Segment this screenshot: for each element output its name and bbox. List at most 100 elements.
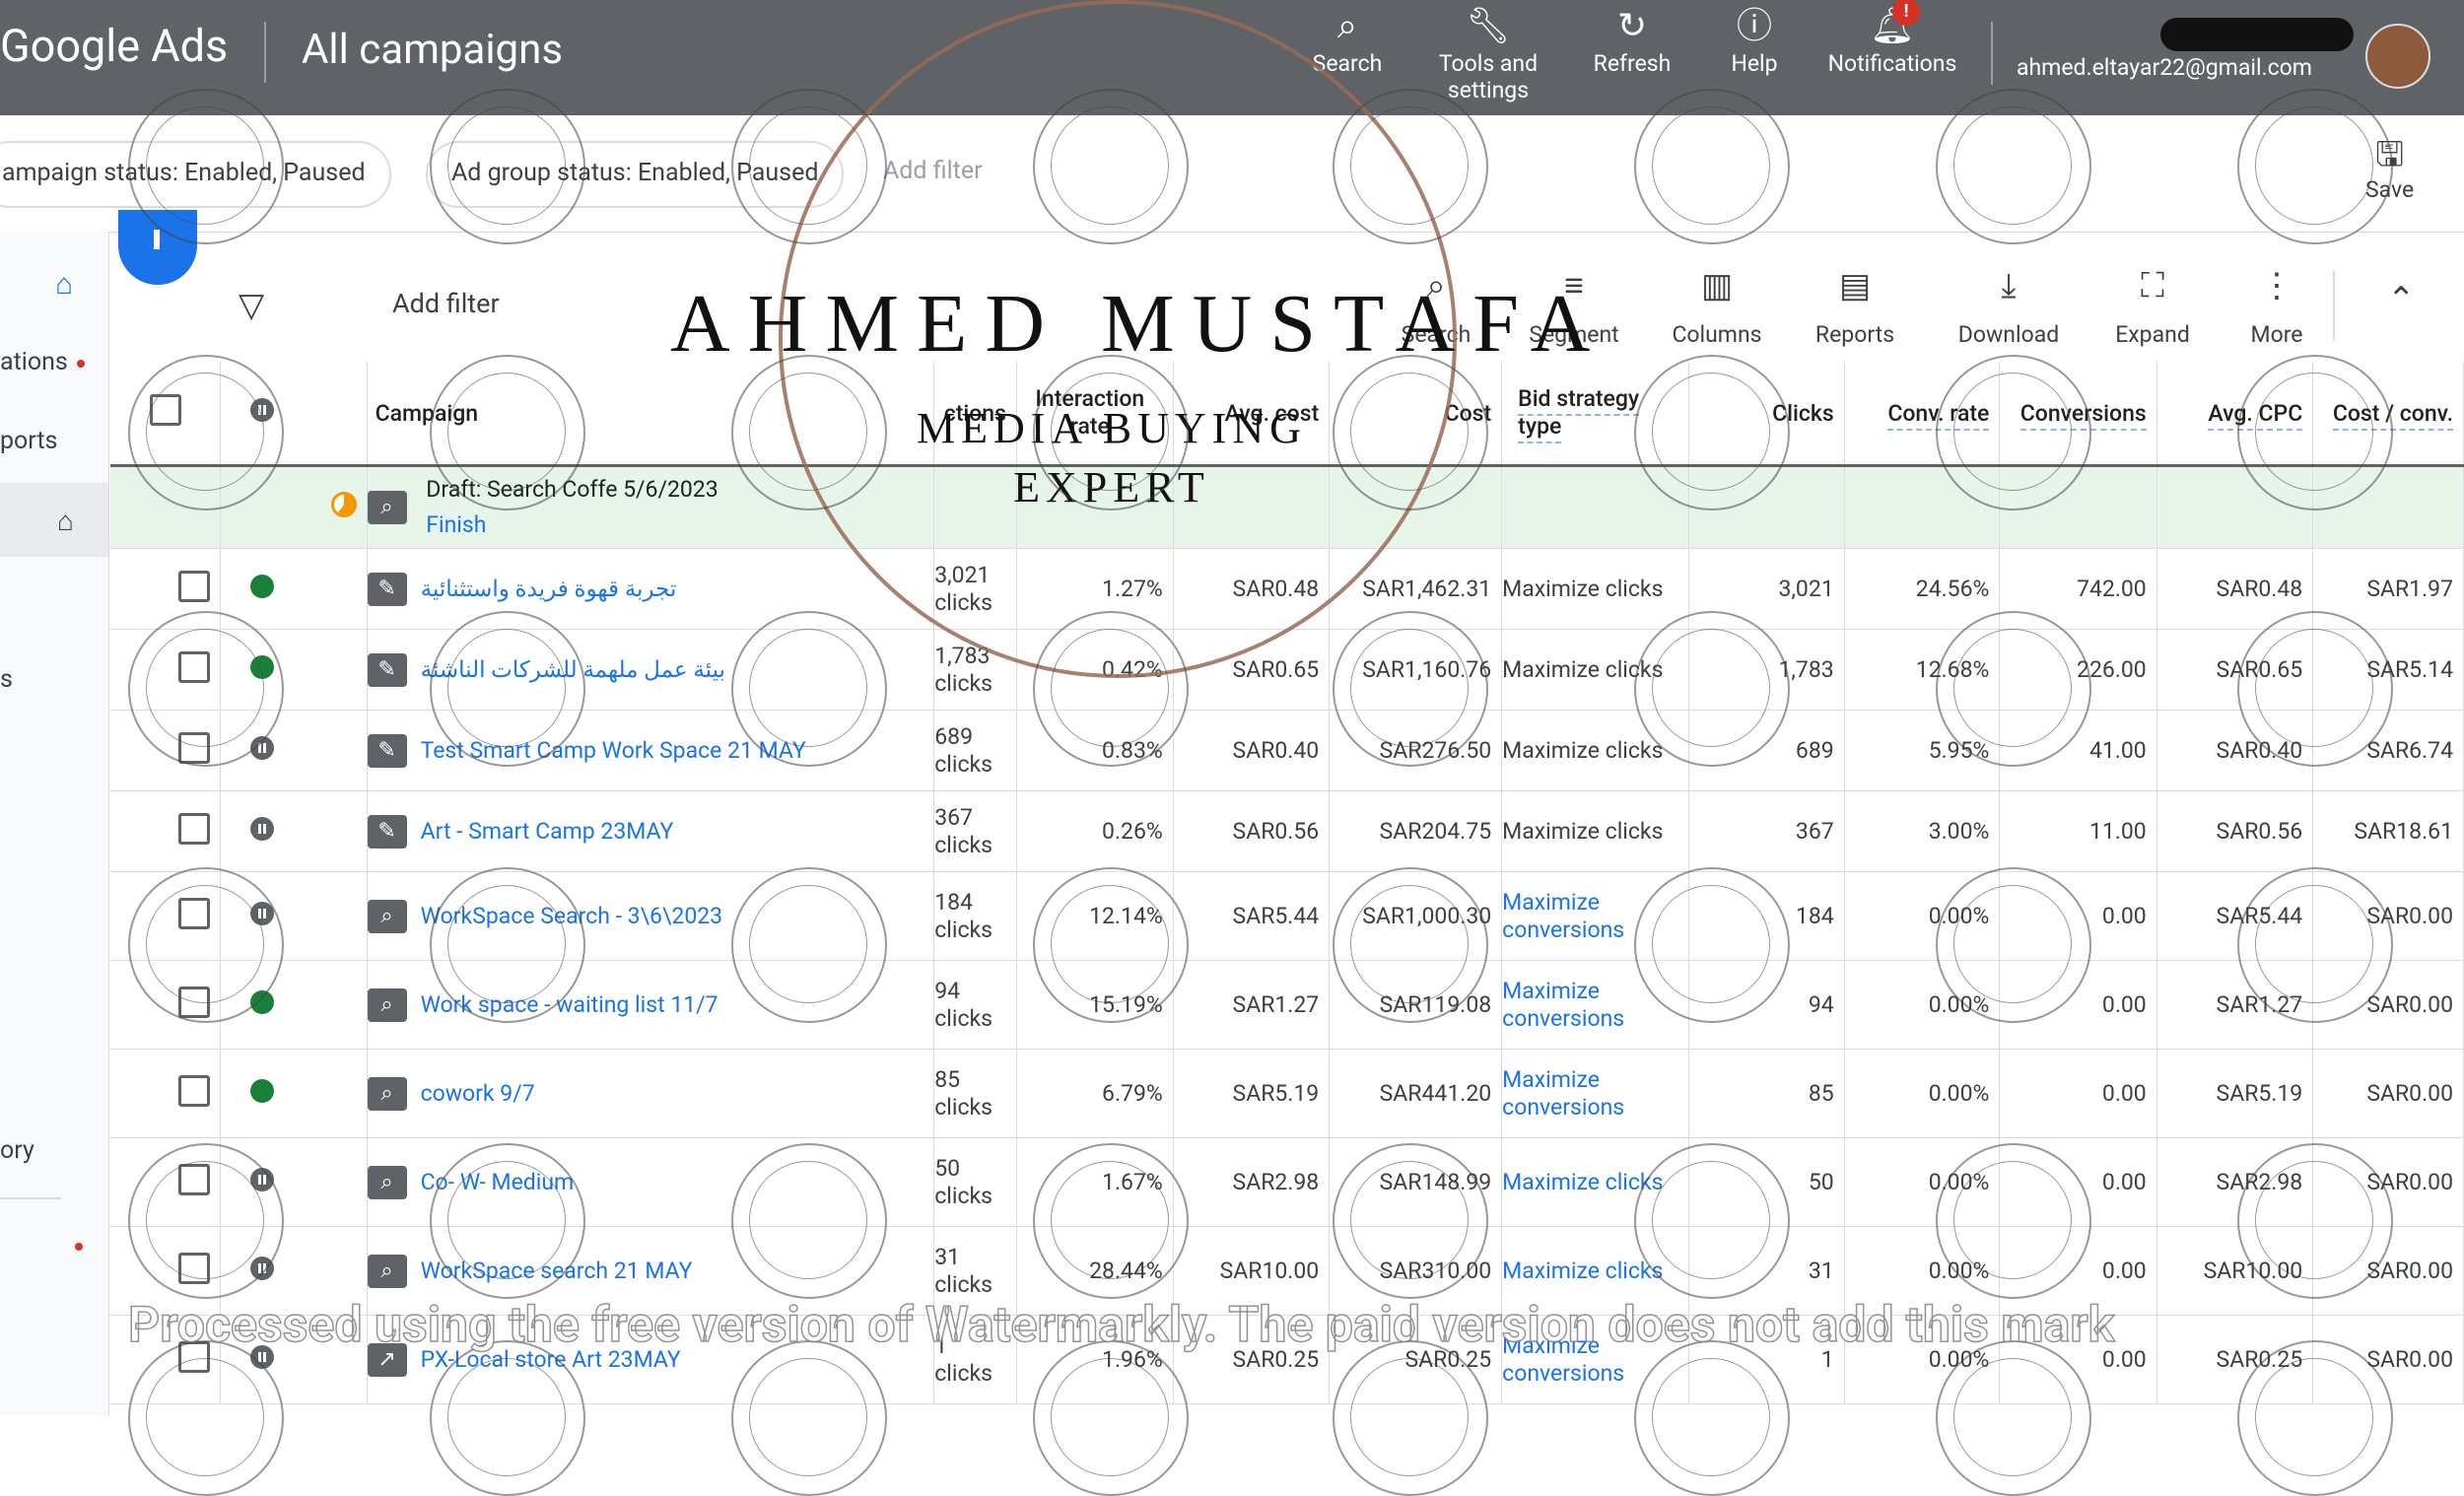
campaign-name-link[interactable]: Art - Smart Camp 23MAY	[421, 818, 674, 846]
status-cell[interactable]	[220, 1226, 368, 1316]
campaign-name-link[interactable]: cowork 9/7	[421, 1080, 535, 1108]
notifications-button[interactable]: 🔔︎ ! Notifications	[1814, 0, 1971, 77]
table-row[interactable]: ✎ تجربة قهوة فريدة واستثنائية 3,021 clicks 1…	[110, 548, 2464, 630]
account-email[interactable]: ahmed.eltayar22@gmail.com	[2017, 54, 2312, 81]
status-cell[interactable]	[220, 548, 368, 630]
row-checkbox[interactable]	[110, 629, 221, 711]
more-button[interactable]: ⋮ More	[2227, 266, 2326, 348]
bid-strategy-cell[interactable]: Maximize conversions	[1501, 960, 1690, 1050]
table-row[interactable]: ⌕ cowork 9/7 85 clicks 6.79% SAR5.19 SAR441.20…	[110, 1049, 2464, 1138]
nav-item-reports[interactable]: ports	[0, 427, 57, 455]
bid-strategy-cell[interactable]: Maximize conversions	[1501, 871, 1690, 961]
nav-item-recommendations[interactable]: ations	[0, 348, 68, 376]
segment-button[interactable]: ≡ Segment	[1510, 266, 1638, 348]
draft-finish-link[interactable]: Finish	[426, 508, 718, 543]
bid-strategy-cell[interactable]: Maximize clicks	[1501, 1226, 1690, 1316]
cost-per-conv-column-header[interactable]: Cost / conv.	[2312, 362, 2464, 467]
table-row[interactable]: ✎ بيئة عمل ملهمة للشركات الناشئة 1,783 clic…	[110, 629, 2464, 711]
conversions-column-header[interactable]: Conversions	[1999, 362, 2157, 467]
campaign-name-link[interactable]: Co- W- Medium	[421, 1169, 575, 1196]
help-button[interactable]: ⓘ Help	[1715, 0, 1794, 77]
campaign-status-filter-chip[interactable]: ampaign status: Enabled, Paused	[0, 141, 391, 208]
status-cell[interactable]	[220, 871, 368, 961]
row-checkbox[interactable]	[110, 548, 221, 630]
status-cell[interactable]	[220, 710, 368, 791]
campaign-name-link[interactable]: PX-Local store Art 23MAY	[421, 1346, 681, 1374]
columns-button[interactable]: ▥ Columns	[1658, 266, 1776, 348]
campaign-cell: ⌕ WorkSpace Search - 3\6\2023	[367, 871, 935, 961]
avg-cost-column-header[interactable]: Avg. cost	[1173, 362, 1331, 467]
download-button[interactable]: ⤓ Download	[1940, 266, 2078, 348]
reports-button[interactable]: ▤ Reports	[1796, 266, 1914, 348]
status-cell[interactable]	[220, 1137, 368, 1227]
table-row[interactable]: ✎ Test Smart Camp Work Space 21 MAY 689 cli…	[110, 710, 2464, 791]
table-row[interactable]: ⌕ Co- W- Medium 50 clicks 1.67% SAR2.98 SAR148…	[110, 1137, 2464, 1227]
row-checkbox[interactable]	[110, 960, 221, 1050]
header-search-button[interactable]: ⌕ Search	[1303, 0, 1392, 77]
conversions-cell: 0.00	[1999, 871, 2157, 961]
tools-settings-button[interactable]: 🔧︎ Tools and settings	[1419, 0, 1557, 103]
save-icon: 🖫︎	[2375, 135, 2405, 174]
status-cell[interactable]	[220, 1049, 368, 1138]
interaction-rate-cell: 15.19%	[1016, 960, 1174, 1050]
status-cell[interactable]	[220, 960, 368, 1050]
campaign-name-link[interactable]: بيئة عمل ملهمة للشركات الناشئة	[421, 656, 725, 684]
interaction-rate-column-header[interactable]: Interaction rate	[1016, 362, 1174, 467]
bid-strategy-column-header[interactable]: Bid strategy type	[1501, 362, 1690, 467]
search-icon: ⌕	[1336, 5, 1358, 46]
bid-strategy-cell[interactable]: Maximize clicks	[1501, 1137, 1690, 1227]
avg-cost-cell: SAR5.19	[1173, 1049, 1331, 1138]
filter-funnel-icon[interactable]: ▽	[239, 286, 264, 325]
campaign-column-header[interactable]: Campaign	[367, 362, 935, 467]
campaign-name-link[interactable]: Work space - waiting list 11/7	[421, 991, 719, 1019]
campaign-cell: ⌕ cowork 9/7	[367, 1049, 935, 1138]
status-cell[interactable]	[220, 629, 368, 711]
status-column-header[interactable]	[220, 362, 368, 467]
refresh-button[interactable]: ↻ Refresh	[1581, 0, 1683, 77]
campaign-name-link[interactable]: WorkSpace Search - 3\6\2023	[421, 903, 723, 930]
expand-icon: ⛶	[2141, 266, 2164, 306]
row-checkbox[interactable]	[110, 710, 221, 791]
interactions-cell: 31 clicks	[933, 1226, 1017, 1316]
cost-column-header[interactable]: Cost	[1329, 362, 1503, 467]
table-row[interactable]: ⌕ WorkSpace Search - 3\6\2023 184 clicks 12.…	[110, 871, 2464, 961]
row-checkbox[interactable]	[110, 1049, 221, 1138]
table-search-button[interactable]: ⌕ Search	[1382, 266, 1490, 348]
save-button[interactable]: 🖫︎ Save	[2365, 133, 2414, 203]
conv-rate-column-header[interactable]: Conv. rate	[1844, 362, 2001, 467]
status-cell[interactable]	[220, 1315, 368, 1404]
table-row[interactable]: ↗ PX-Local store Art 23MAY 1 clicks 1.96% SAR…	[110, 1315, 2464, 1404]
table-row[interactable]: ⌕ WorkSpace search 21 MAY 31 clicks 28.44% SA…	[110, 1226, 2464, 1316]
chevron-up-icon[interactable]: ⌃	[2387, 280, 2416, 319]
add-filter-link[interactable]: Add filter	[883, 157, 983, 185]
table-row[interactable]: ⌕ Work space - waiting list 11/7 94 clicks 1…	[110, 960, 2464, 1050]
nav-item-history[interactable]: ory	[0, 1136, 34, 1165]
table-row[interactable]: ✎ Art - Smart Camp 23MAY 367 clicks 0.26% SAR…	[110, 790, 2464, 872]
expand-button[interactable]: ⛶ Expand	[2093, 266, 2212, 348]
row-checkbox[interactable]	[110, 871, 221, 961]
status-cell[interactable]	[220, 790, 368, 872]
avg-cpc-column-header[interactable]: Avg. CPC	[2156, 362, 2314, 467]
google-ads-logo[interactable]: Google Ads	[0, 20, 228, 72]
row-checkbox[interactable]	[110, 1226, 221, 1316]
campaign-name-link[interactable]: تجربة قهوة فريدة واستثنائية	[421, 576, 677, 603]
bid-strategy-cell[interactable]: Maximize conversions	[1501, 1315, 1690, 1404]
table-add-filter[interactable]: Add filter	[392, 288, 500, 319]
row-checkbox[interactable]	[110, 1315, 221, 1404]
interactions-column-header[interactable]: ctions	[933, 362, 1017, 467]
nav-item-campaigns-selected[interactable]: ⌂	[0, 483, 108, 557]
nav-item-partial[interactable]: s	[0, 665, 13, 694]
avatar[interactable]	[2365, 24, 2430, 89]
row-checkbox[interactable]	[110, 790, 221, 872]
avg-cpc-cell: SAR0.48	[2156, 548, 2314, 630]
clicks-column-header[interactable]: Clicks	[1688, 362, 1845, 467]
home-icon[interactable]: ⌂	[55, 267, 73, 302]
bid-strategy-cell[interactable]: Maximize conversions	[1501, 1049, 1690, 1138]
select-all-checkbox[interactable]	[110, 362, 221, 467]
campaign-name-link[interactable]: Test Smart Camp Work Space 21 MAY	[421, 737, 806, 765]
campaign-name-link[interactable]: WorkSpace search 21 MAY	[421, 1258, 693, 1285]
cost-cell: SAR1,000.30	[1329, 871, 1503, 961]
ad-group-status-filter-chip[interactable]: Ad group status: Enabled, Paused	[426, 141, 845, 208]
interaction-rate-cell: 0.42%	[1016, 629, 1174, 711]
row-checkbox[interactable]	[110, 1137, 221, 1227]
